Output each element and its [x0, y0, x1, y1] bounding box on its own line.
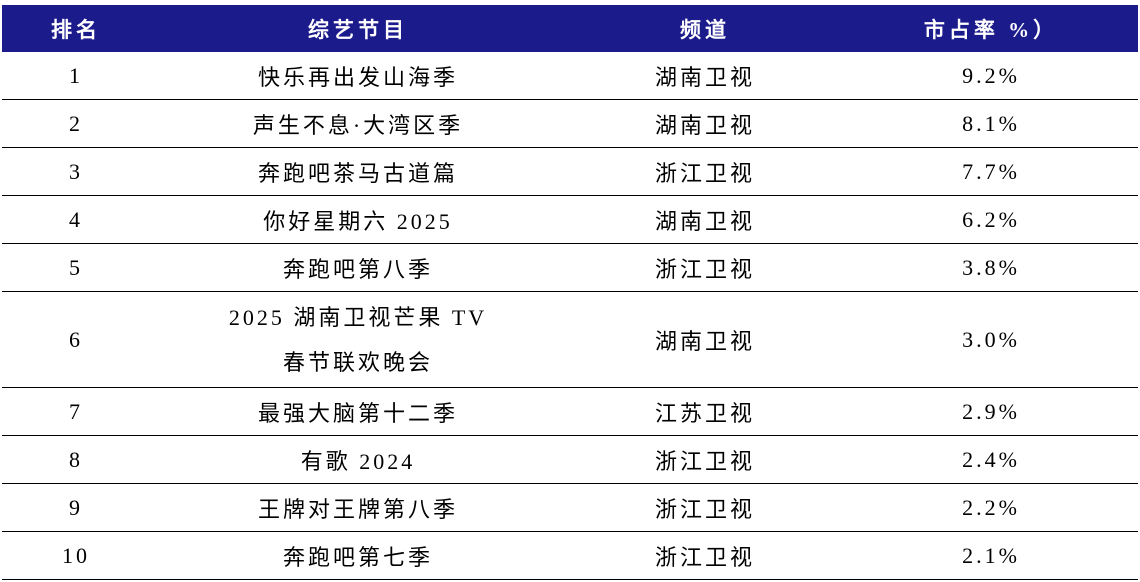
program-line: 春节联欢晚会 [282, 349, 433, 375]
rank-cell: 7 [69, 398, 83, 424]
program-cell: 快乐再出发山海季 [257, 64, 458, 90]
header-rank: 排名 [51, 17, 101, 42]
channel-cell: 湖南卫视 [654, 208, 755, 234]
program-cell: 奔跑吧第八季 [282, 256, 433, 282]
ranking-table: 排名 综艺节目 频道 市占率 %） 1 快乐再出发山海季 湖南卫视 9.2% 2… [2, 5, 1138, 580]
program-cell: 你好星期六 2025 [263, 208, 453, 234]
table-row: 10 奔跑吧第七季 浙江卫视 2.1% [2, 532, 1138, 580]
share-cell: 3.0% [962, 326, 1020, 352]
channel-cell: 浙江卫视 [654, 544, 755, 570]
table-row: 6 2025 湖南卫视芒果 TV 春节联欢晚会 湖南卫视 3.0% [2, 292, 1138, 388]
table-row: 1 快乐再出发山海季 湖南卫视 9.2% [2, 52, 1138, 100]
header-share: 市占率 %） [923, 17, 1059, 42]
share-cell: 2.4% [962, 446, 1020, 472]
table-row: 7 最强大脑第十二季 江苏卫视 2.9% [2, 388, 1138, 436]
channel-cell: 湖南卫视 [654, 112, 755, 138]
program-cell: 声生不息·大湾区季 [252, 112, 464, 138]
share-cell: 6.2% [962, 206, 1020, 232]
share-cell: 2.1% [962, 542, 1020, 568]
rank-cell: 3 [69, 158, 83, 184]
channel-cell: 浙江卫视 [654, 256, 755, 282]
rank-cell: 1 [69, 62, 83, 88]
table-row: 8 有歌 2024 浙江卫视 2.4% [2, 436, 1138, 484]
rank-cell: 5 [69, 254, 83, 280]
program-line: 2025 湖南卫视芒果 TV [228, 304, 488, 330]
channel-cell: 江苏卫视 [654, 400, 755, 426]
program-cell: 最强大脑第十二季 [257, 400, 458, 426]
share-cell: 3.8% [962, 254, 1020, 280]
program-cell: 奔跑吧第七季 [282, 544, 433, 570]
share-cell: 7.7% [962, 158, 1020, 184]
table-row: 3 奔跑吧茶马古道篇 浙江卫视 7.7% [2, 148, 1138, 196]
program-cell: 有歌 2024 [300, 448, 416, 474]
table-row: 5 奔跑吧第八季 浙江卫视 3.8% [2, 244, 1138, 292]
program-cell: 王牌对王牌第八季 [257, 496, 458, 522]
rank-cell: 4 [69, 206, 83, 232]
share-cell: 8.1% [962, 110, 1020, 136]
table-row: 9 王牌对王牌第八季 浙江卫视 2.2% [2, 484, 1138, 532]
channel-cell: 湖南卫视 [654, 64, 755, 90]
program-cell: 奔跑吧茶马古道篇 [257, 160, 458, 186]
table-header: 排名 综艺节目 频道 市占率 %） [2, 5, 1138, 52]
rank-cell: 6 [69, 326, 83, 352]
rank-cell: 9 [69, 494, 83, 520]
rank-cell: 10 [62, 542, 90, 568]
header-channel: 频道 [680, 17, 730, 42]
channel-cell: 浙江卫视 [654, 160, 755, 186]
channel-cell: 浙江卫视 [654, 496, 755, 522]
share-cell: 2.9% [962, 398, 1020, 424]
channel-cell: 浙江卫视 [654, 448, 755, 474]
header-program: 综艺节目 [308, 17, 408, 42]
channel-cell: 湖南卫视 [654, 328, 755, 354]
table-row: 2 声生不息·大湾区季 湖南卫视 8.1% [2, 100, 1138, 148]
share-cell: 2.2% [962, 494, 1020, 520]
table-row: 4 你好星期六 2025 湖南卫视 6.2% [2, 196, 1138, 244]
rank-cell: 2 [69, 110, 83, 136]
share-cell: 9.2% [962, 62, 1020, 88]
program-cell: 2025 湖南卫视芒果 TV 春节联欢晚会 [150, 292, 566, 387]
rank-cell: 8 [69, 446, 83, 472]
